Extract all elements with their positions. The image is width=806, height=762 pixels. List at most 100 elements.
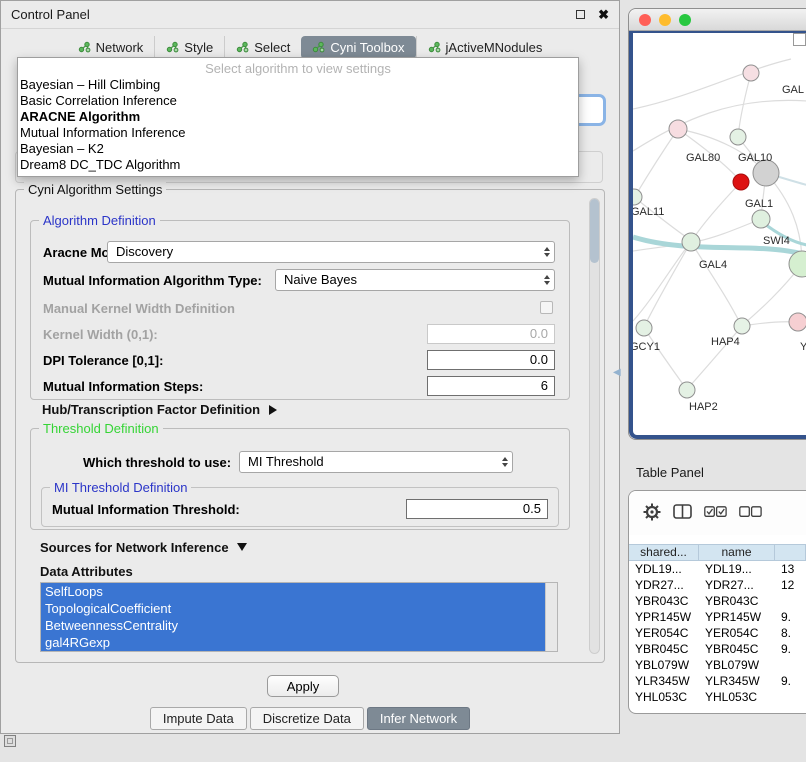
- algorithm-option-bayesian-hill-climbing[interactable]: Bayesian – Hill Climbing: [18, 77, 578, 93]
- panel-collapse-arrow[interactable]: ◀: [613, 367, 621, 378]
- attribute-gal4rgexp[interactable]: gal4RGexp: [41, 634, 545, 651]
- network-node-gal80[interactable]: [669, 120, 687, 138]
- deselect-all-checkboxes-icon[interactable]: [739, 506, 762, 521]
- data-attributes-label: Data Attributes: [40, 564, 133, 579]
- network-tab-icon: [236, 41, 249, 53]
- network-window-titlebar[interactable]: [629, 9, 806, 31]
- attribute-betweennesscentrality[interactable]: BetweennessCentrality: [41, 617, 545, 634]
- attribute-topologicalcoefficient[interactable]: TopologicalCoefficient: [41, 600, 545, 617]
- network-scroll-corner[interactable]: [793, 33, 806, 46]
- network-edge[interactable]: [645, 242, 691, 325]
- cell-name: YHL053C: [699, 689, 775, 705]
- cell-name: YPR145W: [699, 609, 775, 625]
- apply-button[interactable]: Apply: [267, 675, 339, 697]
- tab-select[interactable]: Select: [224, 36, 301, 59]
- network-edge[interactable]: [644, 328, 685, 387]
- algorithm-option-basic-correlation-inference[interactable]: Basic Correlation Inference: [18, 93, 578, 109]
- network-node-hap4[interactable]: [734, 318, 750, 334]
- manual-kernel-label: Manual Kernel Width Definition: [43, 301, 235, 316]
- table-row[interactable]: YLR345W YLR345W 9.: [629, 673, 806, 689]
- data-attributes-list[interactable]: SelfLoopsTopologicalCoefficientBetweenne…: [40, 582, 558, 652]
- cell-shared-name: YBR045C: [629, 641, 699, 657]
- table-row[interactable]: YDR27... YDR27... 12: [629, 577, 806, 593]
- algorithm-option-bayesian-k2[interactable]: Bayesian – K2: [18, 141, 578, 157]
- collapse-down-icon[interactable]: [237, 543, 247, 551]
- network-edge[interactable]: [678, 129, 766, 173]
- settings-scrollbar[interactable]: [589, 198, 600, 654]
- table-row[interactable]: YDL19... YDL19... 13: [629, 561, 806, 577]
- attribute-list-scrollbar[interactable]: [545, 583, 557, 651]
- attribute-selfloops[interactable]: SelfLoops: [41, 583, 545, 600]
- column-header-extra[interactable]: [775, 545, 806, 560]
- scrollbar-thumb[interactable]: [590, 199, 599, 263]
- manual-kernel-checkbox[interactable]: [540, 301, 553, 314]
- network-edge[interactable]: [693, 182, 741, 239]
- column-header-shared-name[interactable]: shared...: [629, 545, 699, 560]
- network-node[interactable]: [789, 313, 806, 331]
- dpi-tolerance-field[interactable]: 0.0: [427, 350, 555, 370]
- tab-style[interactable]: Style: [154, 36, 224, 59]
- column-header-name[interactable]: name: [699, 545, 775, 560]
- mi-threshold-field[interactable]: 0.5: [406, 499, 548, 519]
- tab-cyni-toolbox[interactable]: Cyni Toolbox: [301, 36, 415, 59]
- network-edge[interactable]: [699, 219, 761, 241]
- aracne-mode-combobox[interactable]: Discovery: [107, 241, 555, 263]
- gear-icon[interactable]: [643, 503, 661, 524]
- node-label-gal10: GAL10: [738, 152, 772, 164]
- network-edge[interactable]: [691, 242, 740, 323]
- node-label-gal: GAL: [782, 84, 804, 96]
- cell-shared-name: YBR043C: [629, 593, 699, 609]
- tab-label: jActiveMNodules: [446, 40, 543, 55]
- select-all-checkboxes-icon[interactable]: [704, 506, 727, 521]
- mi-type-combobox[interactable]: Naive Bayes: [275, 269, 555, 291]
- kernel-width-field[interactable]: 0.0: [427, 324, 555, 344]
- tab-jactivemnodules[interactable]: jActiveMNodules: [416, 36, 554, 59]
- network-node-swi4[interactable]: [789, 251, 806, 277]
- table-row[interactable]: YHL053C YHL053C: [629, 689, 806, 705]
- algorithm-option-mutual-information-inference[interactable]: Mutual Information Inference: [18, 125, 578, 141]
- float-panel-icon[interactable]: [576, 10, 585, 19]
- network-node[interactable]: [733, 174, 749, 190]
- network-edge[interactable]: [633, 247, 687, 321]
- network-canvas[interactable]: GALGAL80GAL10GAL11GAL1SWI4GAL4GCY1HAP4HA…: [633, 33, 806, 437]
- table-row[interactable]: YBL079W YBL079W: [629, 657, 806, 673]
- maximize-traffic-light[interactable]: [679, 14, 691, 26]
- network-node-hap2[interactable]: [679, 382, 695, 398]
- cell-extra: [775, 657, 806, 673]
- network-edge[interactable]: [633, 100, 806, 151]
- bottom-tab-impute-data[interactable]: Impute Data: [150, 707, 247, 730]
- network-node-gcy1[interactable]: [636, 320, 652, 336]
- which-threshold-combobox[interactable]: MI Threshold: [239, 451, 513, 473]
- network-node-gal10[interactable]: [730, 129, 746, 145]
- bottom-tab-infer-network[interactable]: Infer Network: [367, 707, 470, 730]
- network-edge[interactable]: [739, 73, 751, 129]
- expand-right-icon[interactable]: [269, 405, 277, 415]
- bottom-tab-discretize-data[interactable]: Discretize Data: [250, 707, 364, 730]
- close-traffic-light[interactable]: [639, 14, 651, 26]
- threshold-definition-title: Threshold Definition: [39, 421, 163, 436]
- table-row[interactable]: YPR145W YPR145W 9.: [629, 609, 806, 625]
- network-edge[interactable]: [634, 197, 689, 239]
- threshold-definition-group: Threshold Definition Which threshold to …: [30, 428, 570, 530]
- data-attribute-item-partial[interactable]: [41, 651, 545, 652]
- algorithm-option-dream8-dc-tdc-algorithm[interactable]: Dream8 DC_TDC Algorithm: [18, 157, 578, 173]
- table-row[interactable]: YBR045C YBR045C 9.: [629, 641, 806, 657]
- network-node-gal[interactable]: [743, 65, 759, 81]
- combo-arrows-icon: [544, 247, 550, 257]
- columns-icon[interactable]: [673, 504, 692, 522]
- network-tab-icon: [78, 41, 91, 53]
- algorithm-option-aracne-algorithm[interactable]: ARACNE Algorithm: [18, 109, 578, 125]
- network-node-gal1[interactable]: [752, 210, 770, 228]
- sources-section[interactable]: Sources for Network Inference: [40, 540, 247, 555]
- mi-steps-field[interactable]: 6: [427, 376, 555, 396]
- close-icon[interactable]: ✖: [598, 8, 609, 21]
- table-row[interactable]: YER054C YER054C 8.: [629, 625, 806, 641]
- minimize-traffic-light[interactable]: [659, 14, 671, 26]
- hub-definition-section[interactable]: Hub/Transcription Factor Definition: [42, 402, 277, 417]
- dock-panel-icon[interactable]: [4, 735, 16, 747]
- tab-network[interactable]: Network: [67, 36, 155, 59]
- table-row[interactable]: YBR043C YBR043C: [629, 593, 806, 609]
- tab-label: Cyni Toolbox: [330, 40, 404, 55]
- network-node-gal4[interactable]: [682, 233, 700, 251]
- network-edge[interactable]: [637, 129, 678, 193]
